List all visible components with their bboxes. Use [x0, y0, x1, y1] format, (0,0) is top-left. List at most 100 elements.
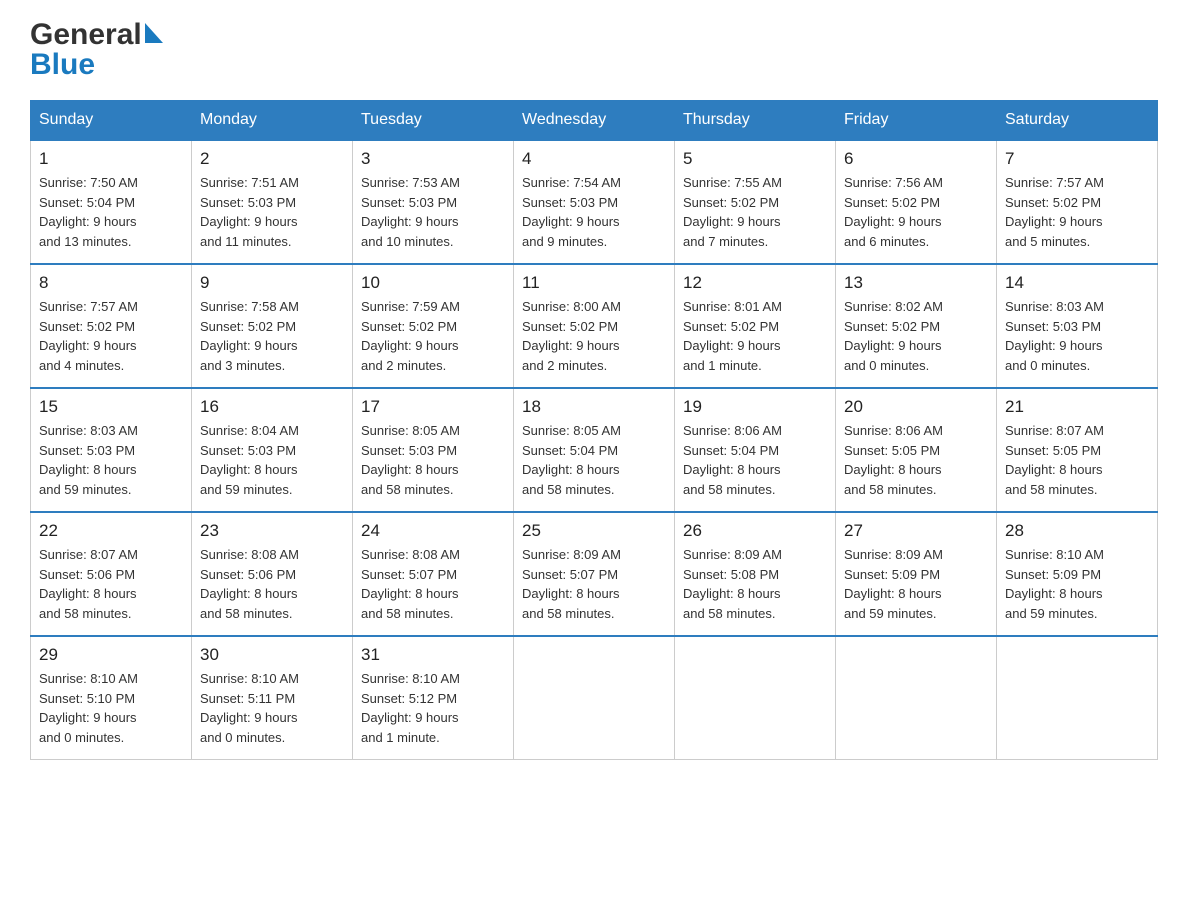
day-info: Sunrise: 8:07 AMSunset: 5:05 PMDaylight:… — [1005, 423, 1104, 497]
day-cell-5: 5 Sunrise: 7:55 AMSunset: 5:02 PMDayligh… — [675, 140, 836, 264]
header-sunday: Sunday — [31, 101, 192, 141]
day-info: Sunrise: 8:09 AMSunset: 5:07 PMDaylight:… — [522, 547, 621, 621]
day-cell-4: 4 Sunrise: 7:54 AMSunset: 5:03 PMDayligh… — [514, 140, 675, 264]
header-monday: Monday — [192, 101, 353, 141]
day-number: 15 — [39, 397, 183, 417]
empty-cell — [514, 636, 675, 760]
day-cell-24: 24 Sunrise: 8:08 AMSunset: 5:07 PMDaylig… — [353, 512, 514, 636]
header-row: SundayMondayTuesdayWednesdayThursdayFrid… — [31, 101, 1158, 141]
day-cell-16: 16 Sunrise: 8:04 AMSunset: 5:03 PMDaylig… — [192, 388, 353, 512]
day-info: Sunrise: 8:10 AMSunset: 5:10 PMDaylight:… — [39, 671, 138, 745]
day-number: 5 — [683, 149, 827, 169]
day-cell-7: 7 Sunrise: 7:57 AMSunset: 5:02 PMDayligh… — [997, 140, 1158, 264]
day-cell-20: 20 Sunrise: 8:06 AMSunset: 5:05 PMDaylig… — [836, 388, 997, 512]
day-number: 23 — [200, 521, 344, 541]
day-cell-15: 15 Sunrise: 8:03 AMSunset: 5:03 PMDaylig… — [31, 388, 192, 512]
logo-arrow-icon — [145, 23, 163, 43]
day-info: Sunrise: 7:51 AMSunset: 5:03 PMDaylight:… — [200, 175, 299, 249]
day-info: Sunrise: 8:08 AMSunset: 5:06 PMDaylight:… — [200, 547, 299, 621]
calendar-table: SundayMondayTuesdayWednesdayThursdayFrid… — [30, 100, 1158, 760]
day-cell-10: 10 Sunrise: 7:59 AMSunset: 5:02 PMDaylig… — [353, 264, 514, 388]
week-row-5: 29 Sunrise: 8:10 AMSunset: 5:10 PMDaylig… — [31, 636, 1158, 760]
day-info: Sunrise: 7:50 AMSunset: 5:04 PMDaylight:… — [39, 175, 138, 249]
day-number: 21 — [1005, 397, 1149, 417]
logo: General Blue — [30, 20, 163, 80]
day-number: 4 — [522, 149, 666, 169]
day-cell-29: 29 Sunrise: 8:10 AMSunset: 5:10 PMDaylig… — [31, 636, 192, 760]
empty-cell — [997, 636, 1158, 760]
week-row-4: 22 Sunrise: 8:07 AMSunset: 5:06 PMDaylig… — [31, 512, 1158, 636]
day-cell-14: 14 Sunrise: 8:03 AMSunset: 5:03 PMDaylig… — [997, 264, 1158, 388]
day-number: 20 — [844, 397, 988, 417]
day-cell-13: 13 Sunrise: 8:02 AMSunset: 5:02 PMDaylig… — [836, 264, 997, 388]
header-thursday: Thursday — [675, 101, 836, 141]
day-number: 12 — [683, 273, 827, 293]
day-number: 22 — [39, 521, 183, 541]
day-info: Sunrise: 8:07 AMSunset: 5:06 PMDaylight:… — [39, 547, 138, 621]
day-number: 13 — [844, 273, 988, 293]
day-number: 19 — [683, 397, 827, 417]
day-number: 2 — [200, 149, 344, 169]
day-info: Sunrise: 8:06 AMSunset: 5:04 PMDaylight:… — [683, 423, 782, 497]
day-info: Sunrise: 7:53 AMSunset: 5:03 PMDaylight:… — [361, 175, 460, 249]
header-tuesday: Tuesday — [353, 101, 514, 141]
day-cell-17: 17 Sunrise: 8:05 AMSunset: 5:03 PMDaylig… — [353, 388, 514, 512]
day-info: Sunrise: 8:03 AMSunset: 5:03 PMDaylight:… — [1005, 299, 1104, 373]
day-info: Sunrise: 7:57 AMSunset: 5:02 PMDaylight:… — [39, 299, 138, 373]
day-number: 11 — [522, 273, 666, 293]
day-number: 7 — [1005, 149, 1149, 169]
day-cell-22: 22 Sunrise: 8:07 AMSunset: 5:06 PMDaylig… — [31, 512, 192, 636]
day-number: 17 — [361, 397, 505, 417]
logo-general: General — [30, 20, 142, 50]
day-info: Sunrise: 7:55 AMSunset: 5:02 PMDaylight:… — [683, 175, 782, 249]
empty-cell — [836, 636, 997, 760]
day-cell-2: 2 Sunrise: 7:51 AMSunset: 5:03 PMDayligh… — [192, 140, 353, 264]
day-info: Sunrise: 7:56 AMSunset: 5:02 PMDaylight:… — [844, 175, 943, 249]
day-number: 14 — [1005, 273, 1149, 293]
day-info: Sunrise: 8:05 AMSunset: 5:04 PMDaylight:… — [522, 423, 621, 497]
day-number: 26 — [683, 521, 827, 541]
day-number: 3 — [361, 149, 505, 169]
logo-blue: Blue — [30, 50, 95, 80]
header-saturday: Saturday — [997, 101, 1158, 141]
day-cell-3: 3 Sunrise: 7:53 AMSunset: 5:03 PMDayligh… — [353, 140, 514, 264]
day-cell-27: 27 Sunrise: 8:09 AMSunset: 5:09 PMDaylig… — [836, 512, 997, 636]
day-cell-26: 26 Sunrise: 8:09 AMSunset: 5:08 PMDaylig… — [675, 512, 836, 636]
day-info: Sunrise: 7:54 AMSunset: 5:03 PMDaylight:… — [522, 175, 621, 249]
day-number: 9 — [200, 273, 344, 293]
day-cell-31: 31 Sunrise: 8:10 AMSunset: 5:12 PMDaylig… — [353, 636, 514, 760]
day-number: 8 — [39, 273, 183, 293]
day-number: 1 — [39, 149, 183, 169]
day-info: Sunrise: 8:05 AMSunset: 5:03 PMDaylight:… — [361, 423, 460, 497]
day-number: 16 — [200, 397, 344, 417]
day-info: Sunrise: 7:57 AMSunset: 5:02 PMDaylight:… — [1005, 175, 1104, 249]
header-friday: Friday — [836, 101, 997, 141]
day-number: 31 — [361, 645, 505, 665]
day-cell-28: 28 Sunrise: 8:10 AMSunset: 5:09 PMDaylig… — [997, 512, 1158, 636]
day-cell-6: 6 Sunrise: 7:56 AMSunset: 5:02 PMDayligh… — [836, 140, 997, 264]
day-info: Sunrise: 8:09 AMSunset: 5:08 PMDaylight:… — [683, 547, 782, 621]
day-info: Sunrise: 8:08 AMSunset: 5:07 PMDaylight:… — [361, 547, 460, 621]
day-cell-9: 9 Sunrise: 7:58 AMSunset: 5:02 PMDayligh… — [192, 264, 353, 388]
day-cell-21: 21 Sunrise: 8:07 AMSunset: 5:05 PMDaylig… — [997, 388, 1158, 512]
day-cell-25: 25 Sunrise: 8:09 AMSunset: 5:07 PMDaylig… — [514, 512, 675, 636]
day-cell-11: 11 Sunrise: 8:00 AMSunset: 5:02 PMDaylig… — [514, 264, 675, 388]
day-number: 29 — [39, 645, 183, 665]
day-info: Sunrise: 8:10 AMSunset: 5:09 PMDaylight:… — [1005, 547, 1104, 621]
header-wednesday: Wednesday — [514, 101, 675, 141]
day-cell-8: 8 Sunrise: 7:57 AMSunset: 5:02 PMDayligh… — [31, 264, 192, 388]
week-row-1: 1 Sunrise: 7:50 AMSunset: 5:04 PMDayligh… — [31, 140, 1158, 264]
day-info: Sunrise: 8:06 AMSunset: 5:05 PMDaylight:… — [844, 423, 943, 497]
day-info: Sunrise: 7:58 AMSunset: 5:02 PMDaylight:… — [200, 299, 299, 373]
day-info: Sunrise: 8:00 AMSunset: 5:02 PMDaylight:… — [522, 299, 621, 373]
day-number: 27 — [844, 521, 988, 541]
day-info: Sunrise: 8:10 AMSunset: 5:11 PMDaylight:… — [200, 671, 299, 745]
week-row-3: 15 Sunrise: 8:03 AMSunset: 5:03 PMDaylig… — [31, 388, 1158, 512]
day-number: 28 — [1005, 521, 1149, 541]
day-cell-12: 12 Sunrise: 8:01 AMSunset: 5:02 PMDaylig… — [675, 264, 836, 388]
day-cell-1: 1 Sunrise: 7:50 AMSunset: 5:04 PMDayligh… — [31, 140, 192, 264]
day-cell-19: 19 Sunrise: 8:06 AMSunset: 5:04 PMDaylig… — [675, 388, 836, 512]
page-header: General Blue — [30, 20, 1158, 80]
day-number: 30 — [200, 645, 344, 665]
day-info: Sunrise: 8:04 AMSunset: 5:03 PMDaylight:… — [200, 423, 299, 497]
